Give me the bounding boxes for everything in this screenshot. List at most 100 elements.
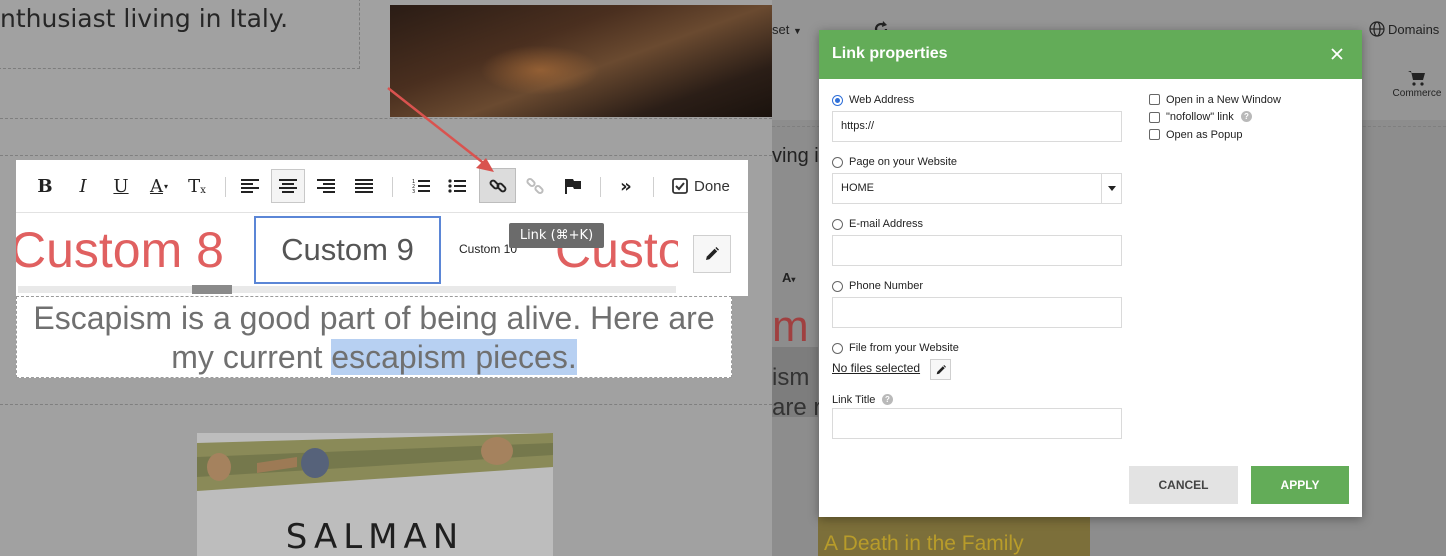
popup-checkbox[interactable] [1149, 129, 1160, 140]
page-select[interactable]: HOME [832, 173, 1122, 204]
select-caret[interactable] [1101, 174, 1121, 203]
page-radio[interactable] [832, 157, 843, 168]
font-scroll-track[interactable] [18, 286, 676, 293]
clear-x-icon: x [200, 184, 206, 196]
section-divider [0, 404, 772, 405]
link-properties-dialog: Link properties Web Address https:// Pag… [819, 30, 1362, 517]
font-picker: Custom 8 Custom 9 Custom 10 Custo [16, 213, 748, 296]
phone-input[interactable] [832, 297, 1122, 328]
file-label: File from your Website [849, 342, 959, 354]
link-icon [489, 179, 506, 192]
cart-icon [1408, 71, 1425, 86]
web-address-label: Web Address [849, 94, 915, 106]
svg-text:3: 3 [412, 189, 415, 194]
toolbar-separator [225, 177, 226, 197]
email-input[interactable] [832, 235, 1122, 266]
page-label: Page on your Website [849, 156, 958, 168]
help-icon[interactable]: ? [882, 394, 893, 405]
link-button[interactable] [479, 168, 516, 203]
commerce-button[interactable]: Commerce [1392, 70, 1442, 99]
justify-icon [355, 179, 373, 193]
align-right-button[interactable] [309, 169, 343, 203]
cancel-button[interactable]: CANCEL [1129, 466, 1238, 504]
background-book-subtitle: A Death in the Family [824, 532, 1024, 555]
nofollow-checkbox[interactable] [1149, 112, 1160, 123]
nofollow-label: "nofollow" link [1166, 111, 1234, 123]
email-radio[interactable] [832, 219, 843, 230]
section-divider [0, 118, 772, 119]
checkbox-check-icon [672, 178, 688, 194]
domains-link[interactable]: Domains [1369, 21, 1439, 37]
help-icon[interactable]: ? [1241, 111, 1252, 122]
clear-format-icon: T [188, 175, 201, 197]
text-block[interactable]: Escapism is a good part of being alive. … [16, 296, 732, 378]
justify-button[interactable] [347, 169, 381, 203]
unlink-icon [526, 177, 544, 195]
file-radio[interactable] [832, 343, 843, 354]
web-address-radio[interactable] [832, 95, 843, 106]
globe-icon [1369, 21, 1385, 37]
reset-menu[interactable]: set ▼ [772, 22, 802, 37]
background-text: A▾ [782, 270, 796, 285]
numbered-list-button[interactable]: 123 [404, 169, 438, 203]
new-window-checkbox[interactable] [1149, 94, 1160, 105]
clear-format-button[interactable]: T x [180, 169, 214, 203]
choose-file-button[interactable] [930, 359, 951, 380]
no-files-link[interactable]: No files selected [832, 361, 920, 375]
align-left-button[interactable] [233, 169, 267, 203]
editor-panel: nthusiast living in Italy. B I U A ▾ T x [0, 0, 772, 556]
web-address-input[interactable]: https:// [832, 111, 1122, 142]
book-cover-image: SALMAN [197, 433, 553, 556]
caret-down-icon: ▼ [792, 26, 802, 36]
caret-down-icon: ▾ [163, 181, 168, 191]
underline-button[interactable]: U [104, 169, 138, 203]
font-option-custom-8[interactable]: Custom 8 [16, 221, 224, 279]
dialog-title: Link properties [832, 45, 948, 62]
more-options-button[interactable]: » [609, 169, 643, 203]
italic-icon: I [79, 175, 87, 197]
flag-icon [565, 179, 581, 194]
font-color-icon: A [149, 175, 163, 197]
background-text: ving i [772, 145, 819, 167]
unlink-button[interactable] [518, 169, 552, 203]
done-button[interactable]: Done [672, 169, 730, 203]
new-window-label: Open in a New Window [1166, 94, 1281, 106]
italic-button[interactable]: I [66, 169, 100, 203]
section-divider [0, 155, 772, 156]
font-option-label: Custom 9 [281, 232, 414, 267]
toolbar-separator [600, 177, 601, 197]
bullet-list-icon [448, 179, 466, 193]
link-tooltip: Link (⌘+K) [509, 223, 604, 248]
caret-down-icon [1107, 186, 1116, 191]
book-cover-art [197, 433, 553, 491]
done-label: Done [694, 177, 730, 195]
font-color-button[interactable]: A ▾ [142, 169, 176, 203]
font-option-custom-9[interactable]: Custom 9 [254, 216, 441, 284]
header-photo [390, 5, 772, 117]
phone-label: Phone Number [849, 280, 923, 292]
text-format-toolbar: B I U A ▾ T x 123 » Done [16, 160, 748, 213]
link-dialog-panel: set ▼ Domains Commerce ving i A▾ m ism a… [772, 0, 1446, 556]
reset-menu-label: set [772, 22, 790, 37]
intro-text-box [0, 0, 360, 69]
numbered-list-icon: 123 [412, 179, 430, 194]
link-title-input[interactable] [832, 408, 1122, 439]
font-scroll-thumb[interactable] [192, 285, 232, 294]
apply-button[interactable]: APPLY [1251, 466, 1349, 504]
email-label: E-mail Address [849, 218, 923, 230]
bold-icon: B [37, 175, 53, 197]
bold-button[interactable]: B [28, 169, 62, 203]
link-title-label: Link Title [832, 394, 876, 406]
phone-radio[interactable] [832, 281, 843, 292]
bullet-list-button[interactable] [440, 169, 474, 203]
edit-fonts-button[interactable] [693, 235, 731, 273]
double-chevron-right-icon: » [620, 175, 632, 197]
align-left-icon [241, 179, 259, 193]
background-text: ism [772, 364, 810, 391]
background-text: m [772, 302, 809, 351]
align-center-button[interactable] [271, 169, 305, 203]
domains-label: Domains [1388, 21, 1440, 37]
anchor-flag-button[interactable] [556, 169, 590, 203]
close-button[interactable] [1326, 43, 1348, 65]
commerce-label: Commerce [1392, 88, 1442, 99]
